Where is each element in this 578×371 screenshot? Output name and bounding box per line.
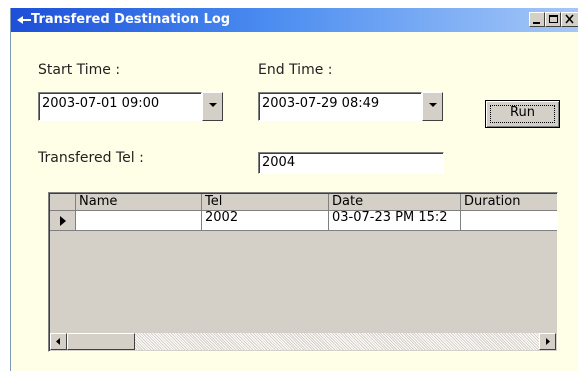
run-button-label: Run (510, 105, 535, 120)
start-time-combo[interactable]: 2003-07-01 09:00 (38, 92, 202, 121)
start-time-label: Start Time : (38, 62, 121, 78)
cell-duration[interactable] (461, 211, 557, 231)
current-row-icon (60, 216, 66, 226)
log-window: Transfered Destination Log Start Time : … (10, 8, 578, 371)
start-time-dropdown-button[interactable] (202, 92, 223, 121)
chevron-down-icon (429, 103, 437, 107)
minimize-button[interactable] (529, 12, 545, 27)
row-selector[interactable] (50, 211, 76, 231)
transfered-tel-label: Transfered Tel : (38, 150, 144, 166)
chevron-down-icon (209, 103, 217, 107)
scroll-right-button[interactable] (539, 333, 556, 350)
scroll-left-icon (56, 338, 60, 345)
close-button[interactable] (561, 12, 578, 27)
end-time-label: End Time : (258, 62, 333, 78)
title-bar[interactable]: Transfered Destination Log (11, 8, 578, 32)
transfered-tel-input[interactable]: 2004 (258, 152, 444, 174)
maximize-icon (549, 15, 558, 23)
log-grid[interactable]: Name Tel Date Duration 2002 03-07-23 PM … (48, 192, 558, 352)
minimize-icon (533, 22, 540, 24)
end-time-combo[interactable]: 2003-07-29 08:49 (258, 92, 422, 121)
column-header-date[interactable]: Date (329, 194, 461, 211)
scroll-right-icon (546, 338, 550, 345)
grid-corner-header (50, 194, 76, 211)
horizontal-scrollbar[interactable] (50, 333, 556, 350)
scroll-thumb[interactable] (67, 333, 135, 350)
close-icon (565, 14, 574, 24)
maximize-button[interactable] (545, 12, 561, 27)
column-header-duration[interactable]: Duration (461, 194, 557, 211)
run-button[interactable]: Run (485, 100, 560, 128)
cell-name[interactable] (76, 211, 202, 231)
app-icon (17, 16, 31, 24)
end-time-dropdown-button[interactable] (422, 92, 443, 121)
column-header-tel[interactable]: Tel (202, 194, 329, 211)
window-title: Transfered Destination Log (31, 12, 231, 27)
column-header-name[interactable]: Name (76, 194, 202, 211)
cell-tel[interactable]: 2002 (202, 211, 329, 231)
scroll-left-button[interactable] (50, 333, 67, 350)
cell-date[interactable]: 03-07-23 PM 15:2 (329, 211, 461, 231)
